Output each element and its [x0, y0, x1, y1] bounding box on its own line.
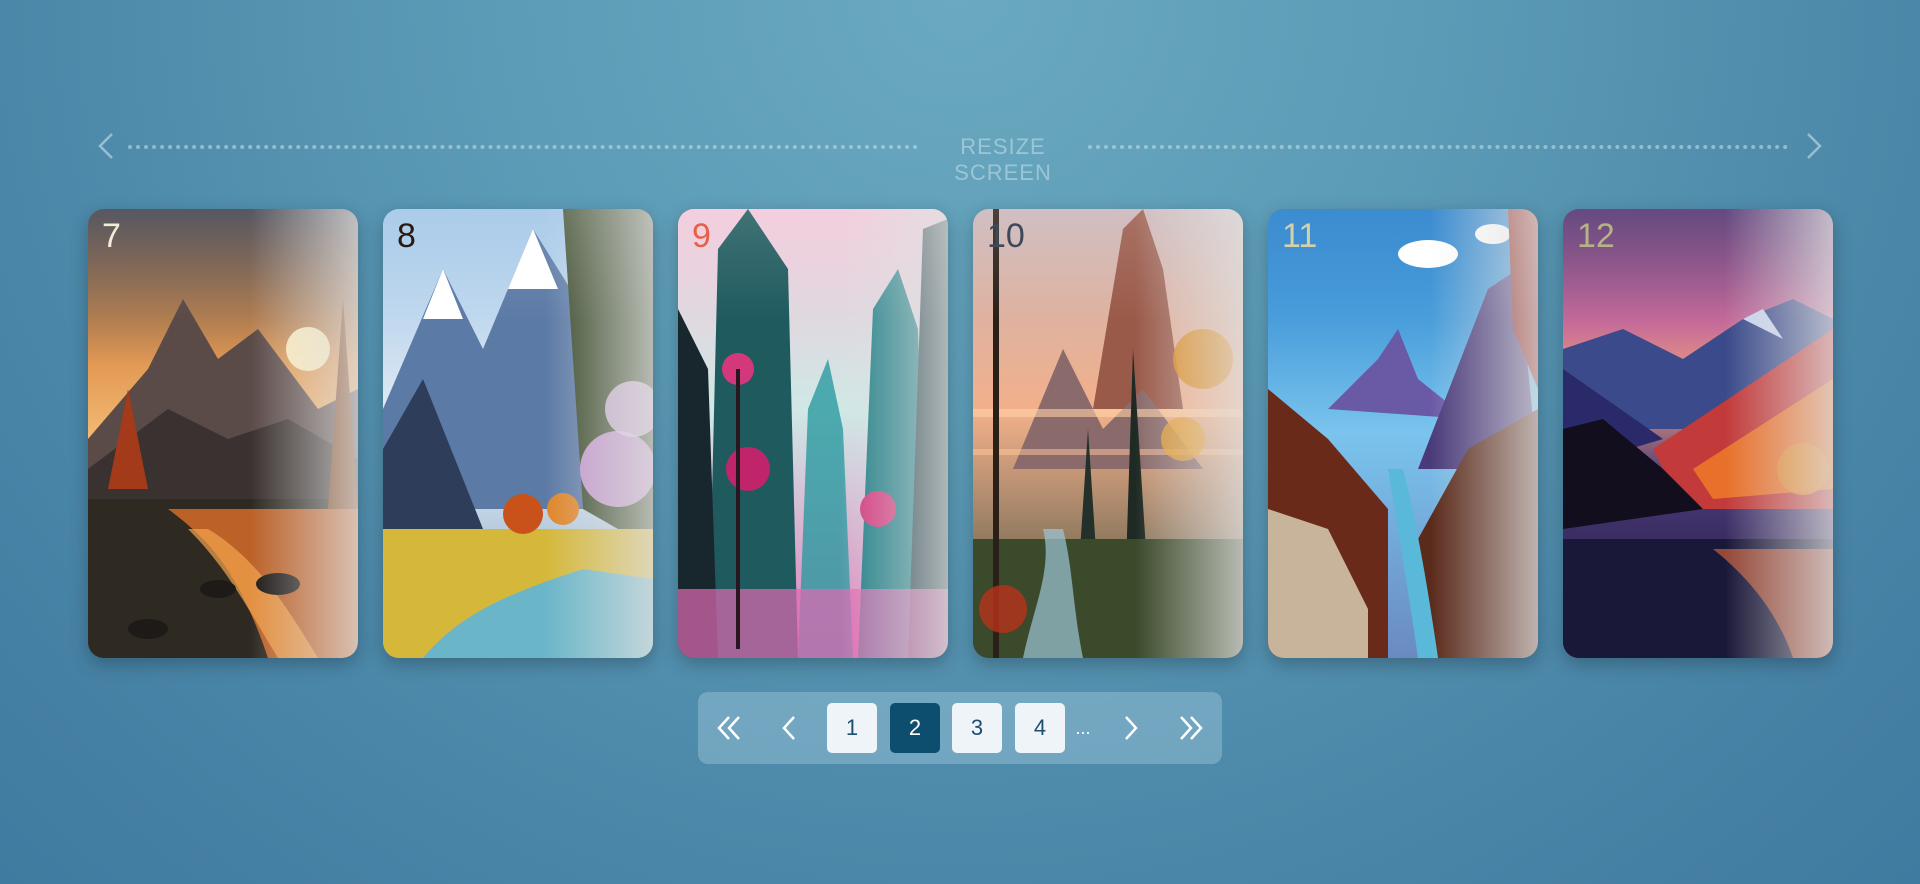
carousel-header: RESIZE SCREEN — [88, 126, 1832, 185]
chevron-left-icon — [98, 133, 113, 159]
landscape-card[interactable]: 8 — [383, 209, 653, 658]
landscape-card[interactable]: 9 — [678, 209, 948, 658]
card-number: 10 — [987, 217, 1025, 255]
page-button-3[interactable]: 3 — [952, 703, 1002, 753]
card-carousel: 7 8 9 10 11 12 — [88, 209, 1834, 659]
page-button-1[interactable]: 1 — [827, 703, 877, 753]
dotted-divider-left — [128, 145, 918, 149]
card-number: 9 — [692, 217, 711, 255]
first-page-button[interactable] — [706, 703, 756, 753]
pagination-ellipsis: ... — [1075, 718, 1091, 738]
chevron-right-icon — [1125, 716, 1138, 740]
carousel-next-button[interactable] — [1792, 126, 1832, 166]
double-chevron-left-icon — [717, 716, 740, 740]
last-page-button[interactable] — [1164, 703, 1214, 753]
page-button-4[interactable]: 4 — [1015, 703, 1065, 753]
card-number: 11 — [1282, 217, 1318, 255]
card-number: 12 — [1577, 217, 1615, 255]
card-number: 7 — [102, 217, 121, 255]
next-page-button[interactable] — [1106, 703, 1156, 753]
double-chevron-right-icon — [1180, 716, 1203, 740]
prev-page-button[interactable] — [764, 703, 814, 753]
landscape-card[interactable]: 10 — [973, 209, 1243, 658]
pagination: 1 2 3 4 ... — [698, 692, 1222, 764]
dotted-divider-right — [1088, 145, 1788, 149]
carousel-prev-button[interactable] — [88, 126, 128, 166]
landscape-card[interactable]: 12 — [1563, 209, 1833, 658]
chevron-right-icon — [1807, 133, 1822, 159]
landscape-card[interactable]: 11 — [1268, 209, 1538, 658]
card-number: 8 — [397, 217, 416, 255]
landscape-card[interactable]: 7 — [88, 209, 358, 658]
resize-screen-label: RESIZE SCREEN — [954, 134, 1052, 185]
page-button-2[interactable]: 2 — [890, 703, 940, 753]
chevron-left-icon — [782, 716, 795, 740]
